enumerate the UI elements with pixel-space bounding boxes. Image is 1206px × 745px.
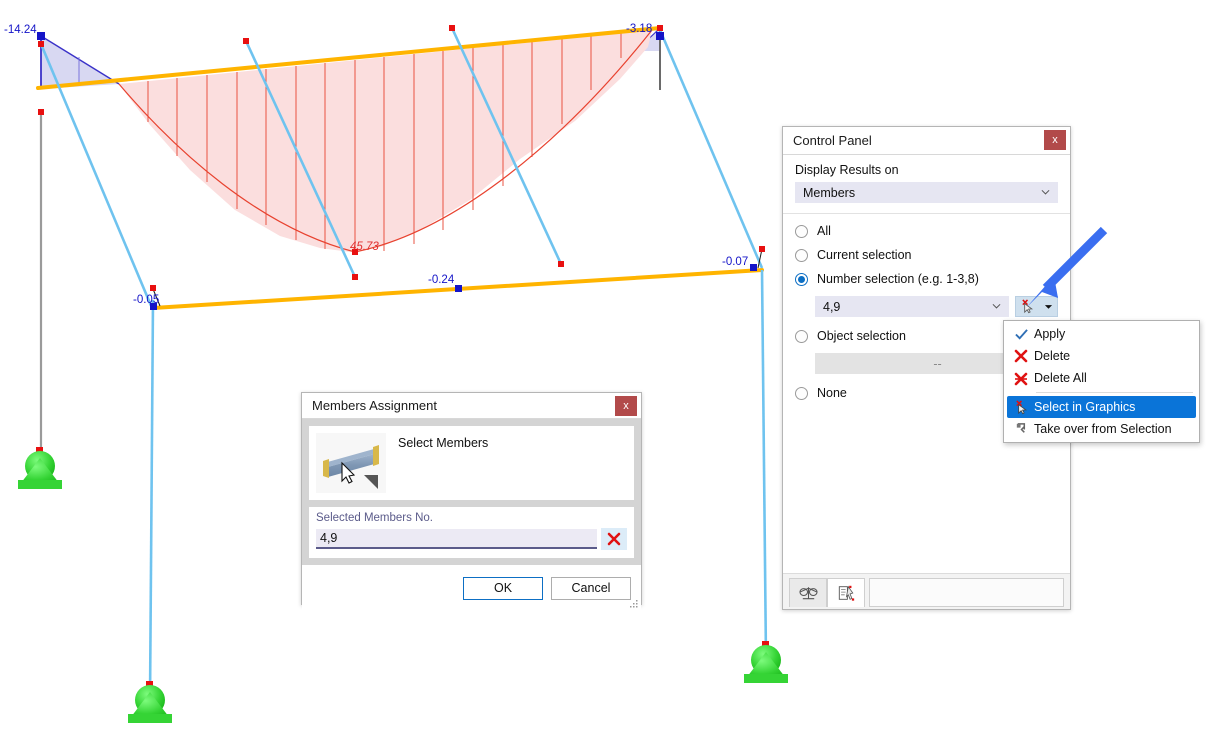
context-menu-label-apply: Apply xyxy=(1034,327,1066,341)
blue-pointer-arrow xyxy=(1026,226,1108,308)
display-results-on-combobox[interactable]: Members xyxy=(795,182,1058,203)
radio-label-none: None xyxy=(817,386,847,400)
object-selection-value: -- xyxy=(933,356,942,371)
clipboard-cursor-icon xyxy=(838,585,854,601)
red-double-x-icon xyxy=(1008,369,1034,387)
radio-indicator-object-selection xyxy=(795,329,808,343)
context-menu-item-select-in-graphics[interactable]: Select in Graphics xyxy=(1007,396,1196,418)
balance-scale-icon xyxy=(798,587,818,600)
label-node-0-07: -0.07 xyxy=(722,256,749,268)
members-assignment-titlebar: Members Assignment x xyxy=(302,393,641,419)
label-max-45-73: 45.73 xyxy=(350,241,379,253)
take-over-icon xyxy=(1008,420,1034,438)
members-assignment-body: Select Members Selected Members No. xyxy=(302,419,641,565)
positive-moment-area xyxy=(118,29,653,255)
selected-members-input[interactable] xyxy=(316,529,597,549)
radio-indicator-number-selection xyxy=(795,272,808,286)
radio-indicator-all xyxy=(795,224,808,238)
member-beam-thumbnail xyxy=(316,433,386,493)
support-middle xyxy=(128,681,172,723)
radio-label-number-selection: Number selection (e.g. 1-3,8) xyxy=(817,272,979,286)
context-menu-item-delete-all[interactable]: Delete All xyxy=(1004,367,1199,389)
radio-indicator-current-selection xyxy=(795,248,808,262)
resize-grip-icon[interactable] xyxy=(630,600,638,608)
radio-label-object-selection: Object selection xyxy=(817,329,906,343)
context-menu-label-take-over-from-selection: Take over from Selection xyxy=(1034,422,1172,436)
selected-members-label: Selected Members No. xyxy=(316,512,433,524)
red-x-icon xyxy=(1008,347,1034,365)
chevron-down-icon xyxy=(992,303,1001,309)
context-menu-separator xyxy=(1036,392,1193,393)
context-menu-item-take-over-from-selection[interactable]: Take over from Selection xyxy=(1004,418,1199,440)
selected-members-card: Selected Members No. xyxy=(309,507,634,558)
context-menu-label-delete: Delete xyxy=(1034,349,1071,363)
control-panel-tabbar xyxy=(783,573,1070,609)
members-assignment-footer: OK Cancel xyxy=(302,565,641,611)
label-node-0-05: -0.05 xyxy=(133,294,160,306)
control-panel-close-button[interactable]: x xyxy=(1044,130,1066,150)
brace-4 xyxy=(658,29,764,269)
selected-members-input-row xyxy=(316,528,627,550)
red-x-icon xyxy=(607,532,621,546)
members-assignment-close-button[interactable]: x xyxy=(615,396,637,416)
radio-indicator-none xyxy=(795,386,808,400)
cancel-button[interactable]: Cancel xyxy=(551,576,631,600)
members-assignment-title: Members Assignment xyxy=(312,398,437,413)
radio-label-all: All xyxy=(817,224,831,238)
selection-context-menu: Apply Delete Delete All Select in Graphi… xyxy=(1003,320,1200,443)
ok-button[interactable]: OK xyxy=(463,576,543,600)
tab-display-selection[interactable] xyxy=(827,578,865,607)
members-assignment-dialog: Members Assignment x Select Members Sele… xyxy=(301,392,642,611)
control-panel-title: Control Panel xyxy=(793,133,872,148)
context-menu-label-select-in-graphics: Select in Graphics xyxy=(1034,400,1136,414)
label-node-14-24: -14.24 xyxy=(4,24,37,36)
number-selection-combobox[interactable]: 4,9 xyxy=(815,296,1009,317)
context-menu-item-apply[interactable]: Apply xyxy=(1004,323,1199,345)
chevron-down-icon xyxy=(1041,189,1050,195)
label-node-0-24: -0.24 xyxy=(428,274,455,286)
select-members-card[interactable]: Select Members xyxy=(309,426,634,500)
cursor-select-icon xyxy=(1008,398,1034,416)
display-results-section: Display Results on Members xyxy=(783,155,1070,214)
column-right-blue xyxy=(760,269,768,661)
check-icon xyxy=(1008,325,1034,343)
control-panel-titlebar: Control Panel x xyxy=(783,127,1070,155)
number-selection-value: 4,9 xyxy=(823,299,841,314)
display-results-on-value: Members xyxy=(803,185,856,200)
context-menu-label-delete-all: Delete All xyxy=(1034,371,1087,385)
radio-label-current-selection: Current selection xyxy=(817,248,912,262)
display-results-on-label: Display Results on xyxy=(795,163,899,177)
label-node-3-18: -3.18 xyxy=(626,23,653,35)
tab-scale-factors[interactable] xyxy=(789,578,827,607)
tabbar-filler xyxy=(869,578,1064,607)
support-left xyxy=(18,447,62,489)
column-mid-blue xyxy=(148,299,155,701)
select-members-label: Select Members xyxy=(398,436,489,450)
support-right xyxy=(744,641,788,683)
context-menu-item-delete[interactable]: Delete xyxy=(1004,345,1199,367)
clear-selection-button[interactable] xyxy=(601,528,627,550)
